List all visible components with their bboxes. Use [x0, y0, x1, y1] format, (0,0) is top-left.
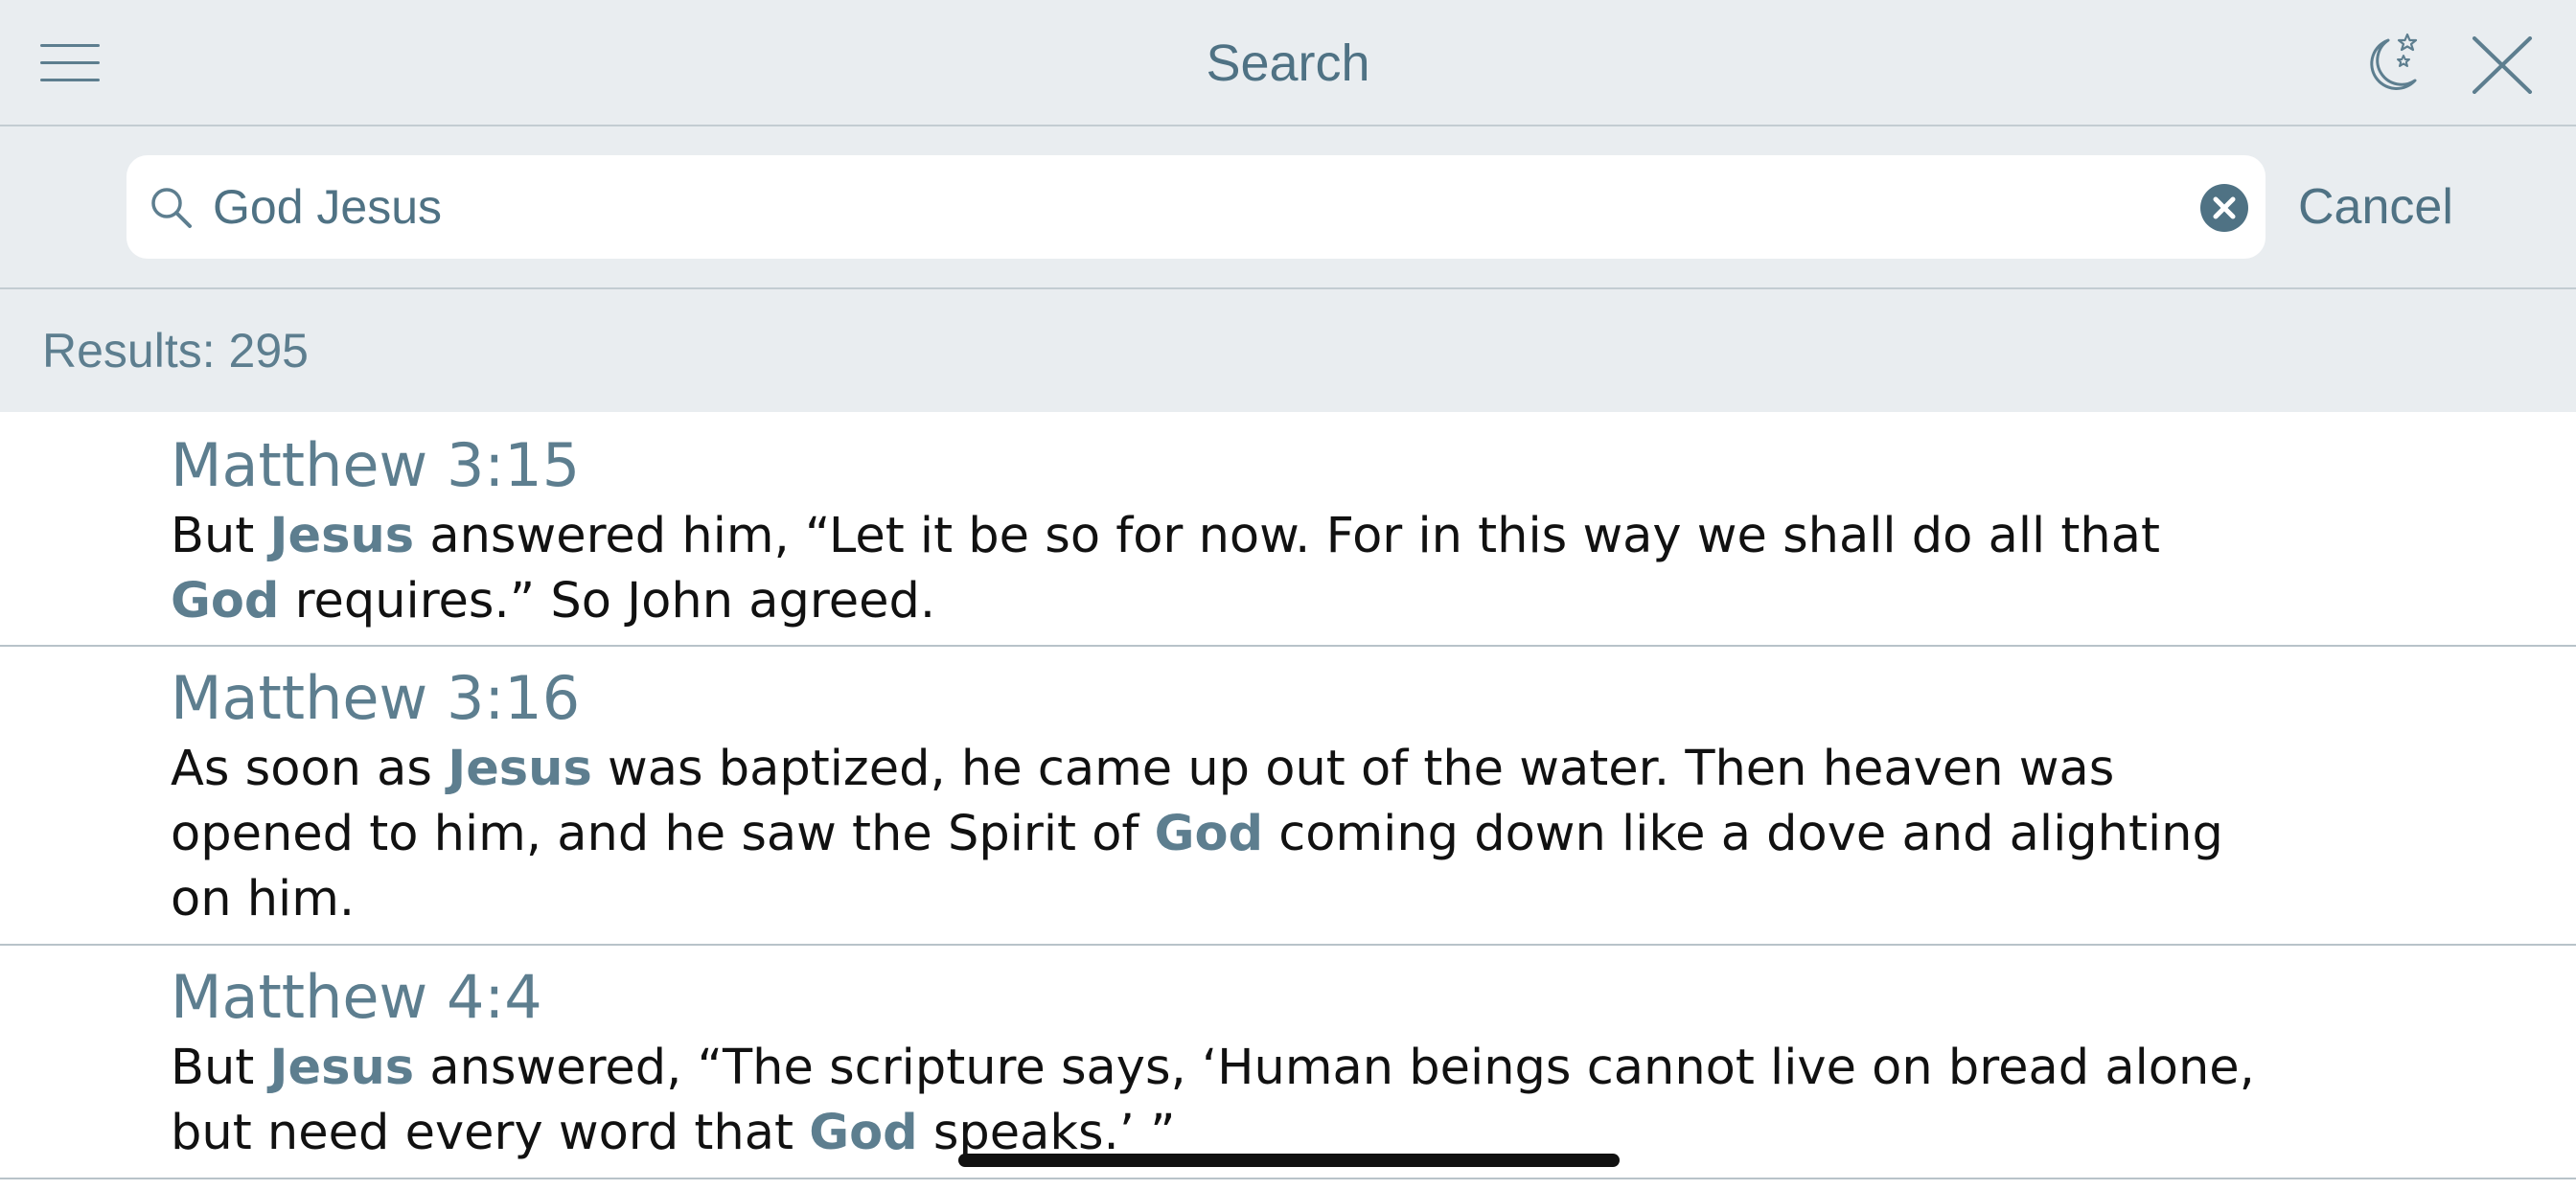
verse-text-line: on him.	[171, 871, 356, 927]
moon-stars-icon[interactable]	[2359, 31, 2426, 98]
verse-text-line: As soon as Jesus was baptized, he came u…	[171, 741, 2115, 797]
verse-reference: Matthew 3:16	[171, 663, 581, 733]
result-row[interactable]: Matthew 3:16 As soon as Jesus was baptiz…	[0, 647, 2576, 946]
search-icon	[148, 184, 196, 232]
verse-text-line: But Jesus answered him, “Let it be so fo…	[171, 508, 2160, 564]
results-header: Results: 295	[0, 289, 2576, 412]
highlighted-term: Jesus	[448, 741, 592, 797]
search-field[interactable]	[126, 155, 2266, 259]
highlighted-term: God	[809, 1105, 918, 1161]
verse-reference: Matthew 3:15	[171, 430, 581, 500]
highlighted-term: Jesus	[269, 1040, 415, 1096]
close-icon[interactable]	[2471, 36, 2534, 94]
cancel-button[interactable]: Cancel	[2298, 178, 2453, 236]
top-navigation-bar: Search	[0, 0, 2576, 126]
results-count: Results: 295	[42, 324, 309, 378]
clear-search-icon[interactable]	[2200, 184, 2248, 232]
verse-text-line: But Jesus answered, “The scripture says,…	[171, 1040, 2255, 1096]
page-title: Search	[1206, 34, 1370, 92]
result-row[interactable]: Matthew 4:4 But Jesus answered, “The scr…	[0, 946, 2576, 1179]
verse-reference: Matthew 4:4	[171, 962, 542, 1032]
highlighted-term: God	[1154, 806, 1264, 862]
verse-text-line: God requires.” So John agreed.	[171, 573, 936, 629]
highlighted-term: Jesus	[269, 508, 415, 564]
search-input[interactable]	[213, 169, 2129, 245]
home-indicator	[958, 1154, 1620, 1167]
result-row[interactable]: Matthew 3:15 But Jesus answered him, “Le…	[0, 412, 2576, 647]
search-bar: Cancel	[0, 126, 2576, 289]
verse-text-line: opened to him, and he saw the Spirit of …	[171, 806, 2223, 862]
highlighted-term: God	[171, 573, 280, 629]
